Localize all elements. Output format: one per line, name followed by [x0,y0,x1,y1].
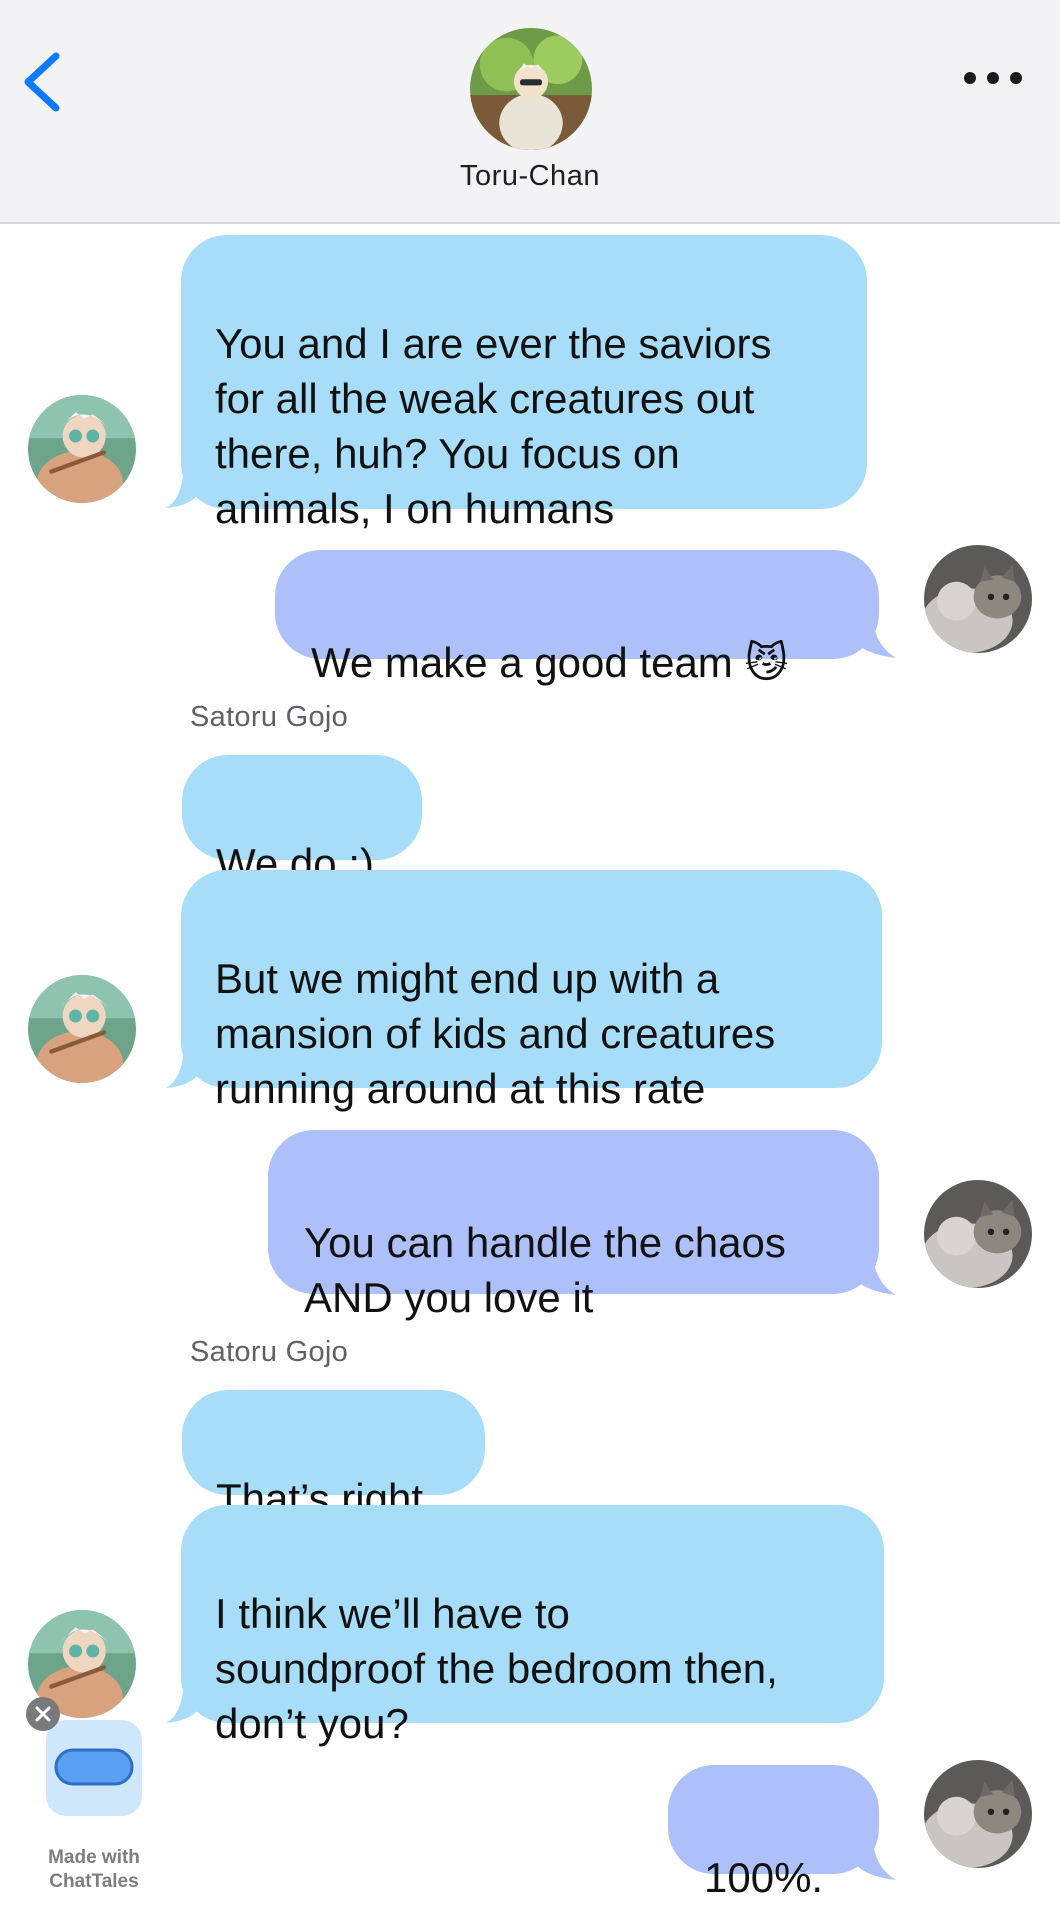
user-avatar-image [924,545,1032,653]
message-bubble-incoming[interactable]: But we might end up with a mansion of ki… [181,870,882,1112]
sender-name: Satoru Gojo [190,701,349,733]
chevron-left-icon [24,52,60,112]
message-bubble-outgoing[interactable]: You can handle the chaos AND you love it [268,1130,879,1321]
contact-avatar-image [470,28,592,150]
made-with-caption: Made with ChatTales [28,1822,160,1894]
message-bubble-incoming[interactable]: We do ;) [182,755,422,887]
dismiss-badge-button[interactable] [26,1697,60,1731]
message-bubble-outgoing[interactable]: 100%. [668,1765,879,1901]
user-avatar[interactable] [924,1760,1032,1868]
message-text: You and I are ever the saviors for all t… [215,320,772,532]
user-avatar-image [924,1760,1032,1868]
sender-name: Satoru Gojo [190,1336,349,1368]
chat-header: Toru-Chan [0,0,1060,224]
more-options-button[interactable] [948,50,1038,106]
ellipsis-icon [964,72,1022,84]
contact-name[interactable]: Toru-Chan [330,160,730,193]
message-text: You can handle the chaos AND you love it [304,1219,786,1321]
sender-avatar-image [28,975,136,1083]
user-avatar[interactable] [924,1180,1032,1288]
sender-avatar-image [28,395,136,503]
chat-bubble-icon [54,1748,134,1786]
message-text: 100%. [704,1854,824,1901]
contact-avatar[interactable] [470,28,592,150]
back-button[interactable] [14,44,84,114]
message-bubble-incoming[interactable]: That’s right [182,1390,485,1522]
user-avatar-image [924,1180,1032,1288]
made-with-text: Made with ChatTales [48,1847,140,1892]
message-text: But we might end up with a mansion of ki… [215,955,776,1112]
sender-avatar[interactable] [28,395,136,503]
user-avatar[interactable] [924,545,1032,653]
message-bubble-incoming[interactable]: I think we’ll have to soundproof the bed… [181,1505,884,1747]
message-text: I think we’ll have to soundproof the bed… [215,1590,778,1747]
chattales-badge[interactable] [46,1720,142,1816]
sender-avatar[interactable] [28,975,136,1083]
message-text: We make a good team 😼 [311,639,789,686]
message-bubble-incoming[interactable]: You and I are ever the saviors for all t… [181,235,867,532]
close-icon [35,1706,51,1722]
message-bubble-outgoing[interactable]: We make a good team 😼 [275,550,879,686]
